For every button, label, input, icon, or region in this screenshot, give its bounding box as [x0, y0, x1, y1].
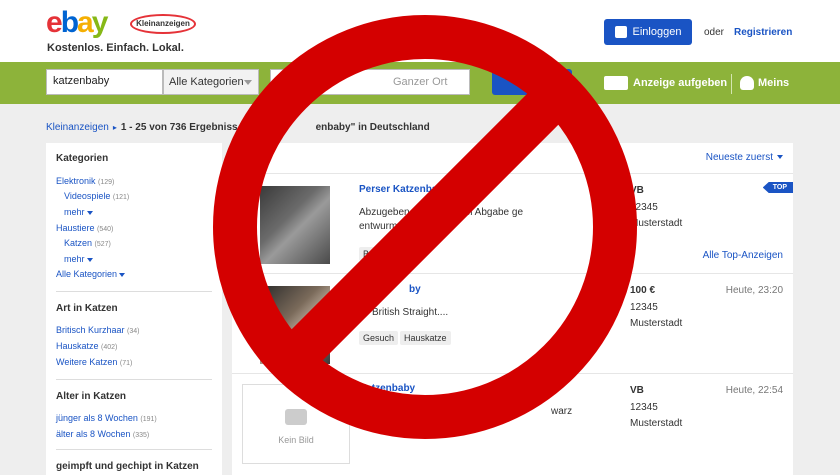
chevron-down-icon — [119, 272, 126, 277]
art-britisch-kurzhaar[interactable]: Britisch Kurzhaar (34) — [56, 325, 140, 335]
list-item[interactable]: Kein Bild Katzenbaby warz VB 12345 Muste… — [232, 373, 793, 475]
register-link[interactable]: Registrieren — [734, 27, 792, 38]
list-item[interactable]: Perser Katzenba Abzugeben a Sie sind bei… — [232, 173, 793, 273]
user-icon — [614, 26, 627, 38]
listing-city: Musterstadt — [630, 318, 683, 329]
listing-thumbnail[interactable]: Kein Bild — [242, 384, 350, 464]
tagline: Kostenlos. Einfach. Lokal. — [47, 42, 184, 54]
results-list: Neueste zuerst Perser Katzenba Abzugeben… — [232, 143, 793, 475]
login-button[interactable]: Einloggen — [604, 19, 692, 45]
listing-title[interactable]: Perser Katzenba — [359, 184, 437, 195]
breadcrumb-separator: ▸ — [112, 123, 117, 132]
listing-description: warz — [551, 406, 573, 417]
listing-city: Musterstadt — [630, 218, 683, 229]
location-placeholder: Ganzer Ort — [393, 76, 448, 88]
more-pets-link[interactable]: mehr — [64, 254, 93, 264]
listing-time: Heute, 22:54 — [725, 385, 783, 396]
category-select[interactable]: Alle Kategorien — [163, 69, 259, 95]
all-top-ads-link[interactable]: Alle Top-Anzeigen — [703, 250, 783, 261]
alter-over-8-weeks[interactable]: älter als 8 Wochen (335) — [56, 429, 149, 439]
geimpft-title: geimpft und gechipt in Katzen — [56, 461, 199, 472]
category-videospiele[interactable]: Videospiele (121) — [64, 191, 129, 201]
listing-zip: 12345 — [630, 302, 658, 313]
results-count: 1 - 25 von 736 Ergebniss — [120, 122, 238, 133]
sidebar-divider — [56, 291, 212, 292]
chevron-down-icon — [777, 155, 783, 160]
listing-description: Abzugeben a Sie sind bei Abgabe ge — [359, 207, 524, 218]
all-categories-link[interactable]: Alle Kategorien — [56, 269, 126, 279]
or-label: oder — [704, 27, 725, 38]
search-button[interactable] — [492, 69, 572, 95]
category-haustiere[interactable]: Haustiere (540) — [56, 223, 113, 233]
listing-price: 100 € — [630, 285, 656, 296]
listing-zip: 12345 — [630, 402, 658, 413]
list-item[interactable]: by British Straight.... Gesuch Hauskatze… — [232, 273, 793, 373]
post-ad-icon — [604, 76, 628, 90]
listing-tag: Gesuch — [359, 331, 399, 345]
listing-thumbnail[interactable] — [260, 286, 330, 364]
more-electronics-link[interactable]: mehr — [64, 207, 93, 217]
category-elektronik[interactable]: Elektronik (129) — [56, 176, 114, 186]
search-input[interactable]: katzenbaby — [46, 69, 163, 95]
no-image-label: Kein Bild — [278, 435, 314, 445]
results-query: enbaby" in Deutschland — [315, 122, 430, 133]
meins-label: Meins — [758, 77, 790, 89]
category-katzen[interactable]: Katzen (527) — [64, 238, 111, 248]
alter-title: Alter in Katzen — [56, 391, 127, 402]
chevron-down-icon — [86, 210, 93, 215]
art-title: Art in Katzen — [56, 303, 118, 314]
search-bar: katzenbaby Alle Kategorien Ganzer Ort An… — [0, 62, 840, 104]
listing-description: entwurm — [359, 221, 398, 232]
post-ad-label: Anzeige aufgeben — [633, 77, 728, 89]
art-weitere-katzen[interactable]: Weitere Katzen (71) — [56, 357, 132, 367]
camera-icon — [285, 409, 307, 425]
ebay-logo[interactable]: ebay — [46, 8, 108, 38]
location-input[interactable]: Ganzer Ort — [270, 69, 470, 95]
category-select-value: Alle Kategorien — [169, 76, 244, 88]
listing-zip: 12345 — [630, 202, 658, 213]
listing-tag: Hauskatze — [400, 331, 451, 345]
login-label: Einloggen — [632, 26, 682, 38]
meins-button[interactable]: Meins — [740, 76, 789, 90]
listing-price: VB — [630, 185, 644, 196]
listing-title[interactable]: Katzenbaby — [359, 383, 415, 394]
listing-price: VB — [630, 385, 644, 396]
listing-tag: Bri — [359, 247, 378, 261]
listing-time: Heute, 23:20 — [725, 285, 783, 296]
listing-thumbnail[interactable] — [260, 186, 330, 264]
top-header: ebay Kleinanzeigen Kostenlos. Einfach. L… — [0, 0, 840, 62]
categories-title: Kategorien — [56, 153, 109, 164]
art-hauskatze[interactable]: Hauskatze (402) — [56, 341, 117, 351]
alter-under-8-weeks[interactable]: jünger als 8 Wochen (191) — [56, 413, 157, 423]
listing-city: Musterstadt — [630, 418, 683, 429]
account-icon — [740, 76, 754, 90]
listing-title[interactable]: by — [409, 284, 421, 295]
breadcrumb: Kleinanzeigen ▸ 1 - 25 von 736 Ergebniss en… — [46, 122, 430, 133]
chevron-down-icon — [86, 257, 93, 262]
sidebar-divider — [56, 379, 212, 380]
post-ad-button[interactable]: Anzeige aufgeben — [604, 76, 727, 90]
top-badge: TOP — [762, 182, 793, 193]
sort-select[interactable]: Neueste zuerst — [706, 152, 783, 163]
sidebar-divider — [56, 449, 212, 450]
listing-description: British Straight.... — [372, 307, 449, 318]
breadcrumb-root[interactable]: Kleinanzeigen — [46, 122, 109, 133]
header-divider — [731, 74, 732, 94]
filter-sidebar: Kategorien Elektronik (129) Videospiele … — [46, 143, 222, 475]
chevron-down-icon — [244, 80, 252, 85]
kleinanzeigen-badge: Kleinanzeigen — [130, 14, 196, 34]
